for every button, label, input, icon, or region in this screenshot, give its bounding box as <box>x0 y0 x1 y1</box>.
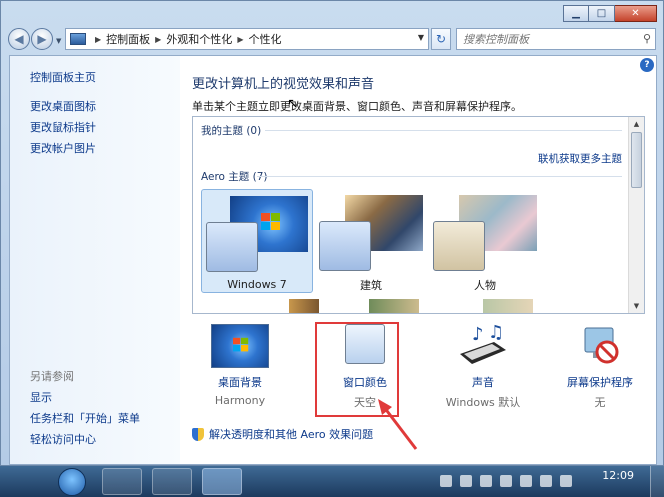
sound-music-notes-icon: ♪ ♫ <box>454 322 512 368</box>
theme-label: Windows 7 <box>227 278 287 291</box>
theme-list-scrollbar[interactable]: ▲ ▼ <box>628 117 644 313</box>
address-bar[interactable]: ▶ 控制面板 ▶ 外观和个性化 ▶ 个性化 ▼ <box>65 28 429 50</box>
minimize-button[interactable]: ▁ <box>563 5 589 22</box>
theme-windows-7[interactable]: Windows 7 <box>201 189 313 293</box>
screen-saver-setting[interactable]: 屏幕保护程序 无 <box>552 324 648 410</box>
breadcrumb-separator-icon[interactable]: ▶ <box>237 35 243 44</box>
refresh-button[interactable]: ↻ <box>431 28 451 50</box>
next-row-theme-thumbnail[interactable] <box>369 299 419 313</box>
svg-text:♫: ♫ <box>488 324 504 343</box>
scroll-down-icon[interactable]: ▼ <box>629 299 644 313</box>
desktop-background-icon <box>211 324 269 368</box>
tray-icon[interactable] <box>460 475 472 487</box>
scroll-thumb[interactable] <box>631 132 642 188</box>
sounds-label[interactable]: 声音 <box>435 374 531 390</box>
annotation-arrow-icon <box>378 399 418 450</box>
address-chevron-down-icon[interactable]: ▼ <box>418 33 424 42</box>
sidebar-link-account-picture[interactable]: 更改帐户图片 <box>30 140 96 156</box>
network-icon[interactable] <box>560 475 572 487</box>
taskbar-explorer-button[interactable] <box>102 468 142 495</box>
recent-pages-chevron-down-icon[interactable]: ▼ <box>56 37 61 45</box>
mouse-cursor-icon: ↖ <box>287 96 299 112</box>
next-row-theme-thumbnail[interactable] <box>289 299 319 313</box>
theme-architecture[interactable]: 建筑 <box>315 189 427 293</box>
forward-button[interactable]: ▶ <box>31 28 53 50</box>
page-title: 更改计算机上的视觉效果和声音 <box>192 77 375 92</box>
divider <box>257 176 622 177</box>
aero-troubleshoot-label[interactable]: 解决透明度和其他 Aero 效果问题 <box>209 426 373 442</box>
screen-saver-label[interactable]: 屏幕保护程序 <box>552 374 648 390</box>
window-color-swatch <box>433 221 485 271</box>
taskbar: 12:09 <box>0 466 664 497</box>
get-more-themes-link[interactable]: 联机获取更多主题 <box>538 151 622 166</box>
sidebar-link-ease-of-access[interactable]: 轻松访问中心 <box>30 431 96 447</box>
refresh-icon: ↻ <box>435 32 447 46</box>
close-button[interactable]: ✕ <box>615 5 657 22</box>
scroll-up-icon[interactable]: ▲ <box>629 117 644 131</box>
shield-icon <box>192 427 204 441</box>
tray-icon[interactable] <box>540 475 552 487</box>
control-panel-icon <box>70 33 86 45</box>
search-input[interactable] <box>463 29 633 49</box>
navigation-bar: ◀ ▶ ▼ ▶ 控制面板 ▶ 外观和个性化 ▶ 个性化 ▼ ↻ ⚲ <box>1 25 663 53</box>
window-color-swatch <box>206 222 258 272</box>
desktop-background-setting[interactable]: 桌面背景 Harmony <box>192 324 288 407</box>
sidebar: 控制面板主页 更改桌面图标 更改鼠标指针 更改帐户图片 另请参阅 显示 任务栏和… <box>10 56 180 464</box>
divider <box>265 130 622 131</box>
taskbar-media-button[interactable] <box>152 468 192 495</box>
search-icon[interactable]: ⚲ <box>643 32 651 45</box>
start-button[interactable] <box>58 468 86 496</box>
help-icon[interactable]: ? <box>640 58 654 72</box>
sidebar-link-display[interactable]: 显示 <box>30 389 52 405</box>
desktop-background-label[interactable]: 桌面背景 <box>192 374 288 390</box>
tray-icon[interactable] <box>520 475 532 487</box>
desktop-background-value: Harmony <box>214 394 266 407</box>
taskbar-control-panel-button[interactable] <box>202 468 242 495</box>
tray-icon[interactable] <box>500 475 512 487</box>
svg-text:♪: ♪ <box>472 324 484 345</box>
breadcrumb-control-panel[interactable]: 控制面板 <box>106 31 150 47</box>
next-row-theme-thumbnail[interactable] <box>483 299 533 313</box>
sidebar-link-desktop-icons[interactable]: 更改桌面图标 <box>30 98 96 114</box>
caption-buttons: ▁ □ ✕ <box>563 5 657 22</box>
aero-troubleshoot-link[interactable]: 解决透明度和其他 Aero 效果问题 <box>192 426 373 442</box>
sidebar-link-taskbar[interactable]: 任务栏和「开始」菜单 <box>30 410 140 426</box>
breadcrumb-separator-icon[interactable]: ▶ <box>95 35 101 44</box>
back-button[interactable]: ◀ <box>8 28 30 50</box>
window-color-swatch <box>319 221 371 271</box>
theme-list[interactable]: 我的主题 (0) 联机获取更多主题 Aero 主题 (7) Windows 7 … <box>192 116 645 314</box>
title-bar[interactable]: ▁ □ ✕ <box>1 1 663 25</box>
sounds-value: Windows 默认 <box>445 396 521 409</box>
theme-label: 人物 <box>474 279 496 292</box>
show-desktop-button[interactable] <box>650 466 664 497</box>
maximize-button[interactable]: □ <box>589 5 615 22</box>
taskbar-clock[interactable]: 12:09 <box>602 469 634 482</box>
search-box[interactable]: ⚲ <box>456 28 656 50</box>
breadcrumb-separator-icon[interactable]: ▶ <box>155 35 161 44</box>
windows-logo-icon <box>233 337 249 352</box>
theme-characters[interactable]: 人物 <box>429 189 541 293</box>
tray-icon[interactable] <box>440 475 452 487</box>
my-themes-heading[interactable]: 我的主题 (0) <box>201 123 261 138</box>
sidebar-link-mouse-pointers[interactable]: 更改鼠标指针 <box>30 119 96 135</box>
breadcrumb-personalization[interactable]: 个性化 <box>248 31 281 47</box>
theme-label: 建筑 <box>360 279 382 292</box>
windows-logo-icon <box>261 213 280 230</box>
sidebar-link-control-panel-home[interactable]: 控制面板主页 <box>30 69 96 85</box>
see-also-heading: 另请参阅 <box>30 370 74 383</box>
tray-icon[interactable] <box>480 475 492 487</box>
screen-saver-no-icon <box>571 324 629 368</box>
page-description: 单击某个主题立即更改桌面背景、窗口颜色、声音和屏幕保护程序。 <box>192 100 522 113</box>
sounds-setting[interactable]: ♪ ♫ 声音 Windows 默认 <box>435 322 531 410</box>
screen-saver-value: 无 <box>594 396 606 409</box>
breadcrumb-appearance[interactable]: 外观和个性化 <box>166 31 232 47</box>
